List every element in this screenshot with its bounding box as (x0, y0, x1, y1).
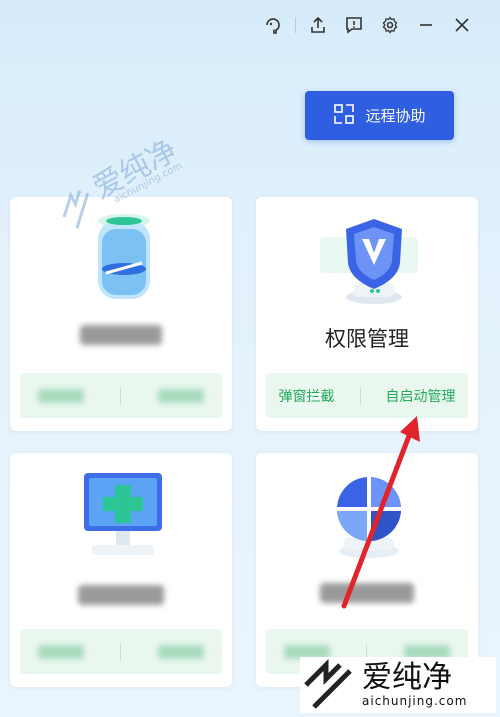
annotation-arrow (341, 416, 420, 609)
watermark-brand: 爱纯净 (362, 660, 452, 695)
watermark-url: aichunjing.com (362, 694, 468, 708)
watermark-bottom: 爱纯净 aichunjing.com (300, 657, 496, 713)
watermark-logo-icon (304, 658, 352, 709)
